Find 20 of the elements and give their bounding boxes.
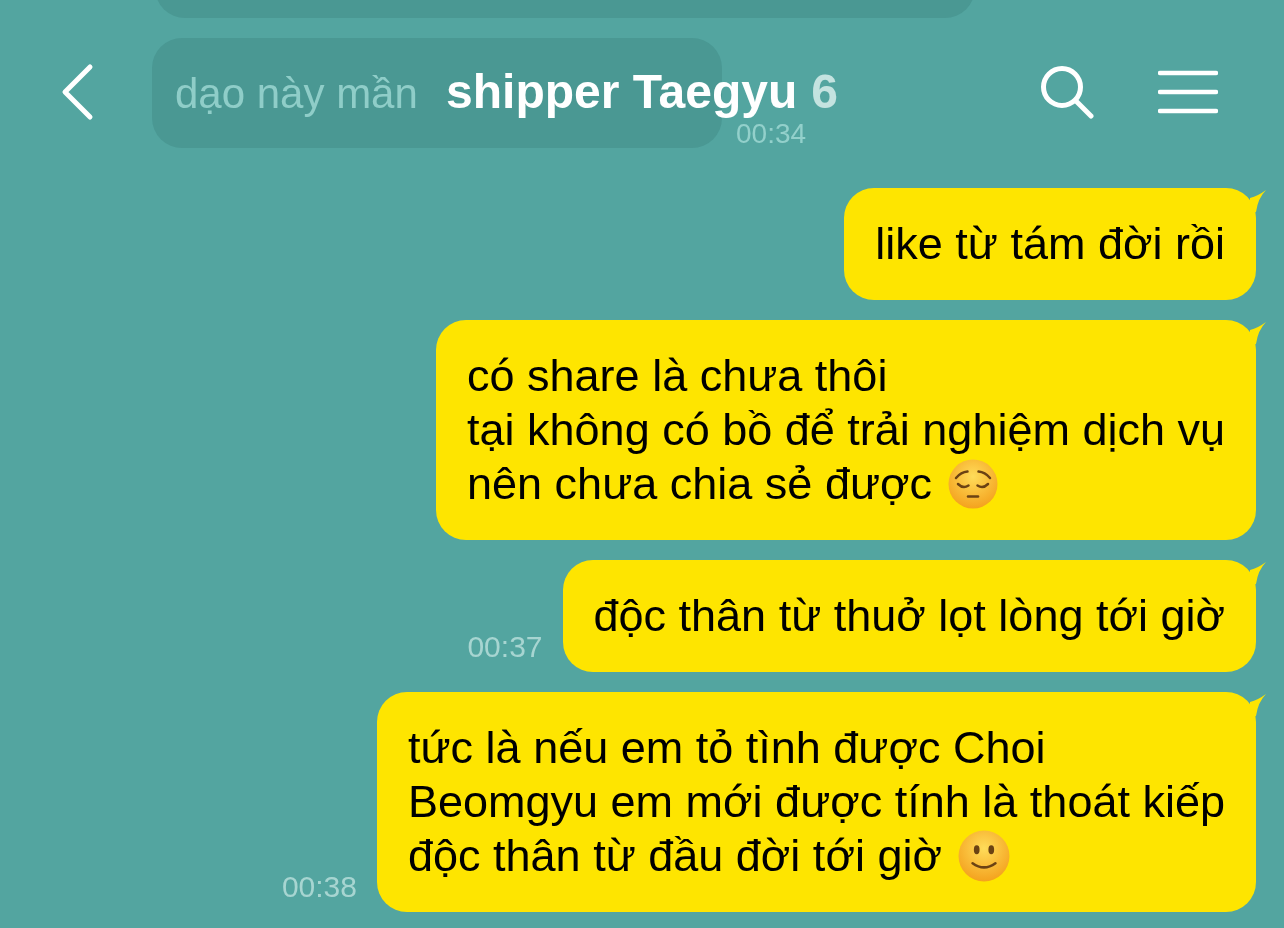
message-time: 00:37 [467,630,543,664]
pensive-face-icon [948,459,999,509]
message-text: Beomgyu em mới được tính là thoát kiếp [408,775,1225,829]
message-text: dạo này mần [175,68,418,119]
chat-title: shipper Taegyu [446,64,798,120]
message-text: độc thân từ thuở lọt lòng tới giờ [593,589,1225,643]
message-text: tại không có bồ để trải nghiệm dịch vụ [467,403,1225,457]
menu-button[interactable] [1158,70,1218,114]
search-button[interactable] [1040,65,1094,119]
message-text: có share là chưa thôi [467,349,888,403]
smiling-face-icon [957,830,1010,882]
message-text: độc thân từ đầu đời tới giờ [408,829,942,883]
message-time: 00:34 [736,118,807,150]
message-text: tức là nếu em tỏ tình được Choi [408,721,1046,775]
message-text: nên chưa chia sẻ được [467,457,933,511]
message-time: 00:38 [281,870,357,904]
member-count: 6 [811,64,838,120]
menu-icon [1158,70,1218,114]
search-icon [1040,65,1094,119]
message-text: like từ tám đời rồi [875,217,1225,271]
